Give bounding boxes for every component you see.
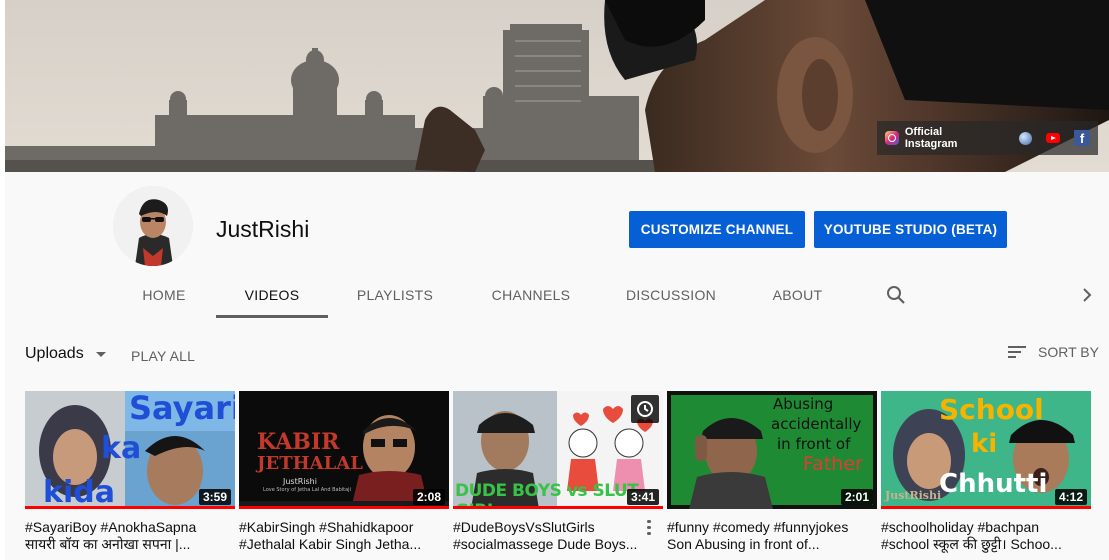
video-title-line: #KabirSingh #Shahidkapoor <box>239 519 414 535</box>
video-card[interactable]: KABIR JETHALAL JustRishi Love Story of J… <box>239 391 449 553</box>
video-title-line: सायरी बॉय का अनोखा सपना |... <box>25 536 191 552</box>
tab-discussion[interactable]: DISCUSSION <box>610 272 732 318</box>
thumbnail-text: in front of <box>777 435 851 453</box>
thumbnail-text: JETHALAL <box>257 453 363 474</box>
avatar-image <box>113 186 193 266</box>
instagram-link-label: Official Instagram <box>904 126 958 150</box>
sort-icon <box>1008 344 1028 360</box>
video-card[interactable]: DUDE BOYS vs SLUT GIRL 3:41 #DudeBoysVsS… <box>453 391 663 553</box>
video-title[interactable]: #SayariBoy #AnokhaSapna सायरी बॉय का अनो… <box>25 519 235 553</box>
banner-links: Official Instagram f <box>877 121 1098 155</box>
thumbnail-text: JustRishi <box>885 489 942 502</box>
uploads-label: Uploads <box>25 345 84 362</box>
videos-section: Uploads PLAY ALL SORT BY Sayari ka kida … <box>5 320 1109 560</box>
thumbnail-text: Father <box>803 453 863 475</box>
facebook-icon[interactable]: f <box>1074 130 1090 146</box>
video-title-line: #socialmassege Dude Boys... <box>453 536 638 552</box>
thumbnail-text: ki <box>971 429 998 459</box>
tab-about[interactable]: ABOUT <box>755 272 840 318</box>
thumbnail-text: Love Story of Jetha Lal And Babitaji <box>263 487 351 493</box>
uploads-dropdown[interactable]: Uploads <box>25 345 106 363</box>
watch-progress-bar <box>881 506 1091 509</box>
channel-tabs: HOME VIDEOS PLAYLISTS CHANNELS DISCUSSIO… <box>5 272 1109 320</box>
play-all-button[interactable]: PLAY ALL <box>131 348 195 364</box>
channel-banner: Official Instagram f <box>5 0 1109 172</box>
tab-playlists[interactable]: PLAYLISTS <box>340 272 450 318</box>
video-title[interactable]: #KabirSingh #Shahidkapoor #Jethalal Kabi… <box>239 519 449 553</box>
video-thumbnail[interactable]: DUDE BOYS vs SLUT GIRL 3:41 <box>453 391 663 509</box>
more-vert-icon[interactable] <box>646 518 652 538</box>
video-title-line: #funny #comedy #funnyjokes <box>667 519 849 535</box>
video-title[interactable]: #schoolholiday #bachpan #school स्कूल की… <box>881 519 1091 553</box>
video-duration: 3:41 <box>626 489 659 505</box>
video-title-line: #DudeBoysVsSlutGirls <box>453 519 595 535</box>
thumbnail-text: KABIR <box>257 429 340 455</box>
video-title-line: #schoolholiday #bachpan <box>881 519 1040 535</box>
sort-by-label: SORT BY <box>1038 344 1099 360</box>
sort-by-button[interactable]: SORT BY <box>1008 344 1099 360</box>
globe-icon[interactable] <box>1019 131 1032 145</box>
watch-progress-bar <box>239 506 449 509</box>
video-duration: 4:12 <box>1054 489 1087 505</box>
thumbnail-text: ka <box>101 431 142 466</box>
video-card[interactable]: School ki Chhutti JustRishi 4:12 #school… <box>881 391 1091 553</box>
video-duration: 2:01 <box>840 489 873 505</box>
video-card[interactable]: Abusing accidentally in front of Father … <box>667 391 877 553</box>
active-tab-indicator <box>216 315 328 318</box>
tab-home[interactable]: HOME <box>124 272 204 318</box>
video-title-line: #school स्कूल की छुट्टी। Schoo... <box>881 536 1062 552</box>
watch-progress-bar <box>25 506 235 509</box>
chevron-right-icon[interactable] <box>1075 283 1099 307</box>
video-title-line: Son Abusing in front of... <box>667 536 820 552</box>
video-title[interactable]: #DudeBoysVsSlutGirls #socialmassege Dude… <box>453 519 663 553</box>
channel-name: JustRishi <box>216 216 310 242</box>
clock-icon <box>637 401 653 417</box>
thumbnail-text: Chhutti <box>939 469 1048 499</box>
thumbnail-text: JustRishi <box>283 477 317 486</box>
watch-later-button[interactable] <box>631 395 659 423</box>
video-title-line: #SayariBoy #AnokhaSapna <box>25 519 197 535</box>
thumbnail-text: Sayari <box>129 391 235 427</box>
video-card[interactable]: Sayari ka kida 3:59 #SayariBoy #AnokhaSa… <box>25 391 235 553</box>
customize-channel-button[interactable]: CUSTOMIZE CHANNEL <box>629 211 805 248</box>
thumbnail-text: kida <box>43 475 115 509</box>
video-thumbnail[interactable]: KABIR JETHALAL JustRishi Love Story of J… <box>239 391 449 509</box>
video-thumbnail[interactable]: Sayari ka kida 3:59 <box>25 391 235 509</box>
instagram-icon <box>885 131 899 145</box>
thumbnail-text: School <box>939 393 1044 426</box>
youtube-studio-button[interactable]: YOUTUBE STUDIO (BETA) <box>814 211 1007 248</box>
instagram-link[interactable]: Official Instagram <box>885 126 997 150</box>
caret-down-icon <box>95 351 106 357</box>
tab-channels[interactable]: CHANNELS <box>475 272 587 318</box>
banner-social-icons: f <box>1019 130 1090 146</box>
youtube-icon[interactable] <box>1046 133 1060 143</box>
youtube-channel-page: Official Instagram f JustRishi CUSTOMIZE… <box>0 0 1109 560</box>
search-icon[interactable] <box>884 283 908 307</box>
channel-header: JustRishi CUSTOMIZE CHANNEL YOUTUBE STUD… <box>5 172 1109 320</box>
video-thumbnail[interactable]: School ki Chhutti JustRishi 4:12 <box>881 391 1091 509</box>
video-duration: 3:59 <box>198 489 231 505</box>
thumbnail-text: Abusing <box>773 395 834 413</box>
video-duration: 2:08 <box>412 489 445 505</box>
video-thumbnail[interactable]: Abusing accidentally in front of Father … <box>667 391 877 509</box>
avatar[interactable] <box>113 186 193 266</box>
video-title-line: #Jethalal Kabir Singh Jetha... <box>239 536 422 552</box>
tab-videos[interactable]: VIDEOS <box>216 272 328 318</box>
video-title[interactable]: #funny #comedy #funnyjokes Son Abusing i… <box>667 519 877 553</box>
watch-progress-bar <box>453 506 663 509</box>
thumbnail-text: accidentally <box>771 415 862 433</box>
